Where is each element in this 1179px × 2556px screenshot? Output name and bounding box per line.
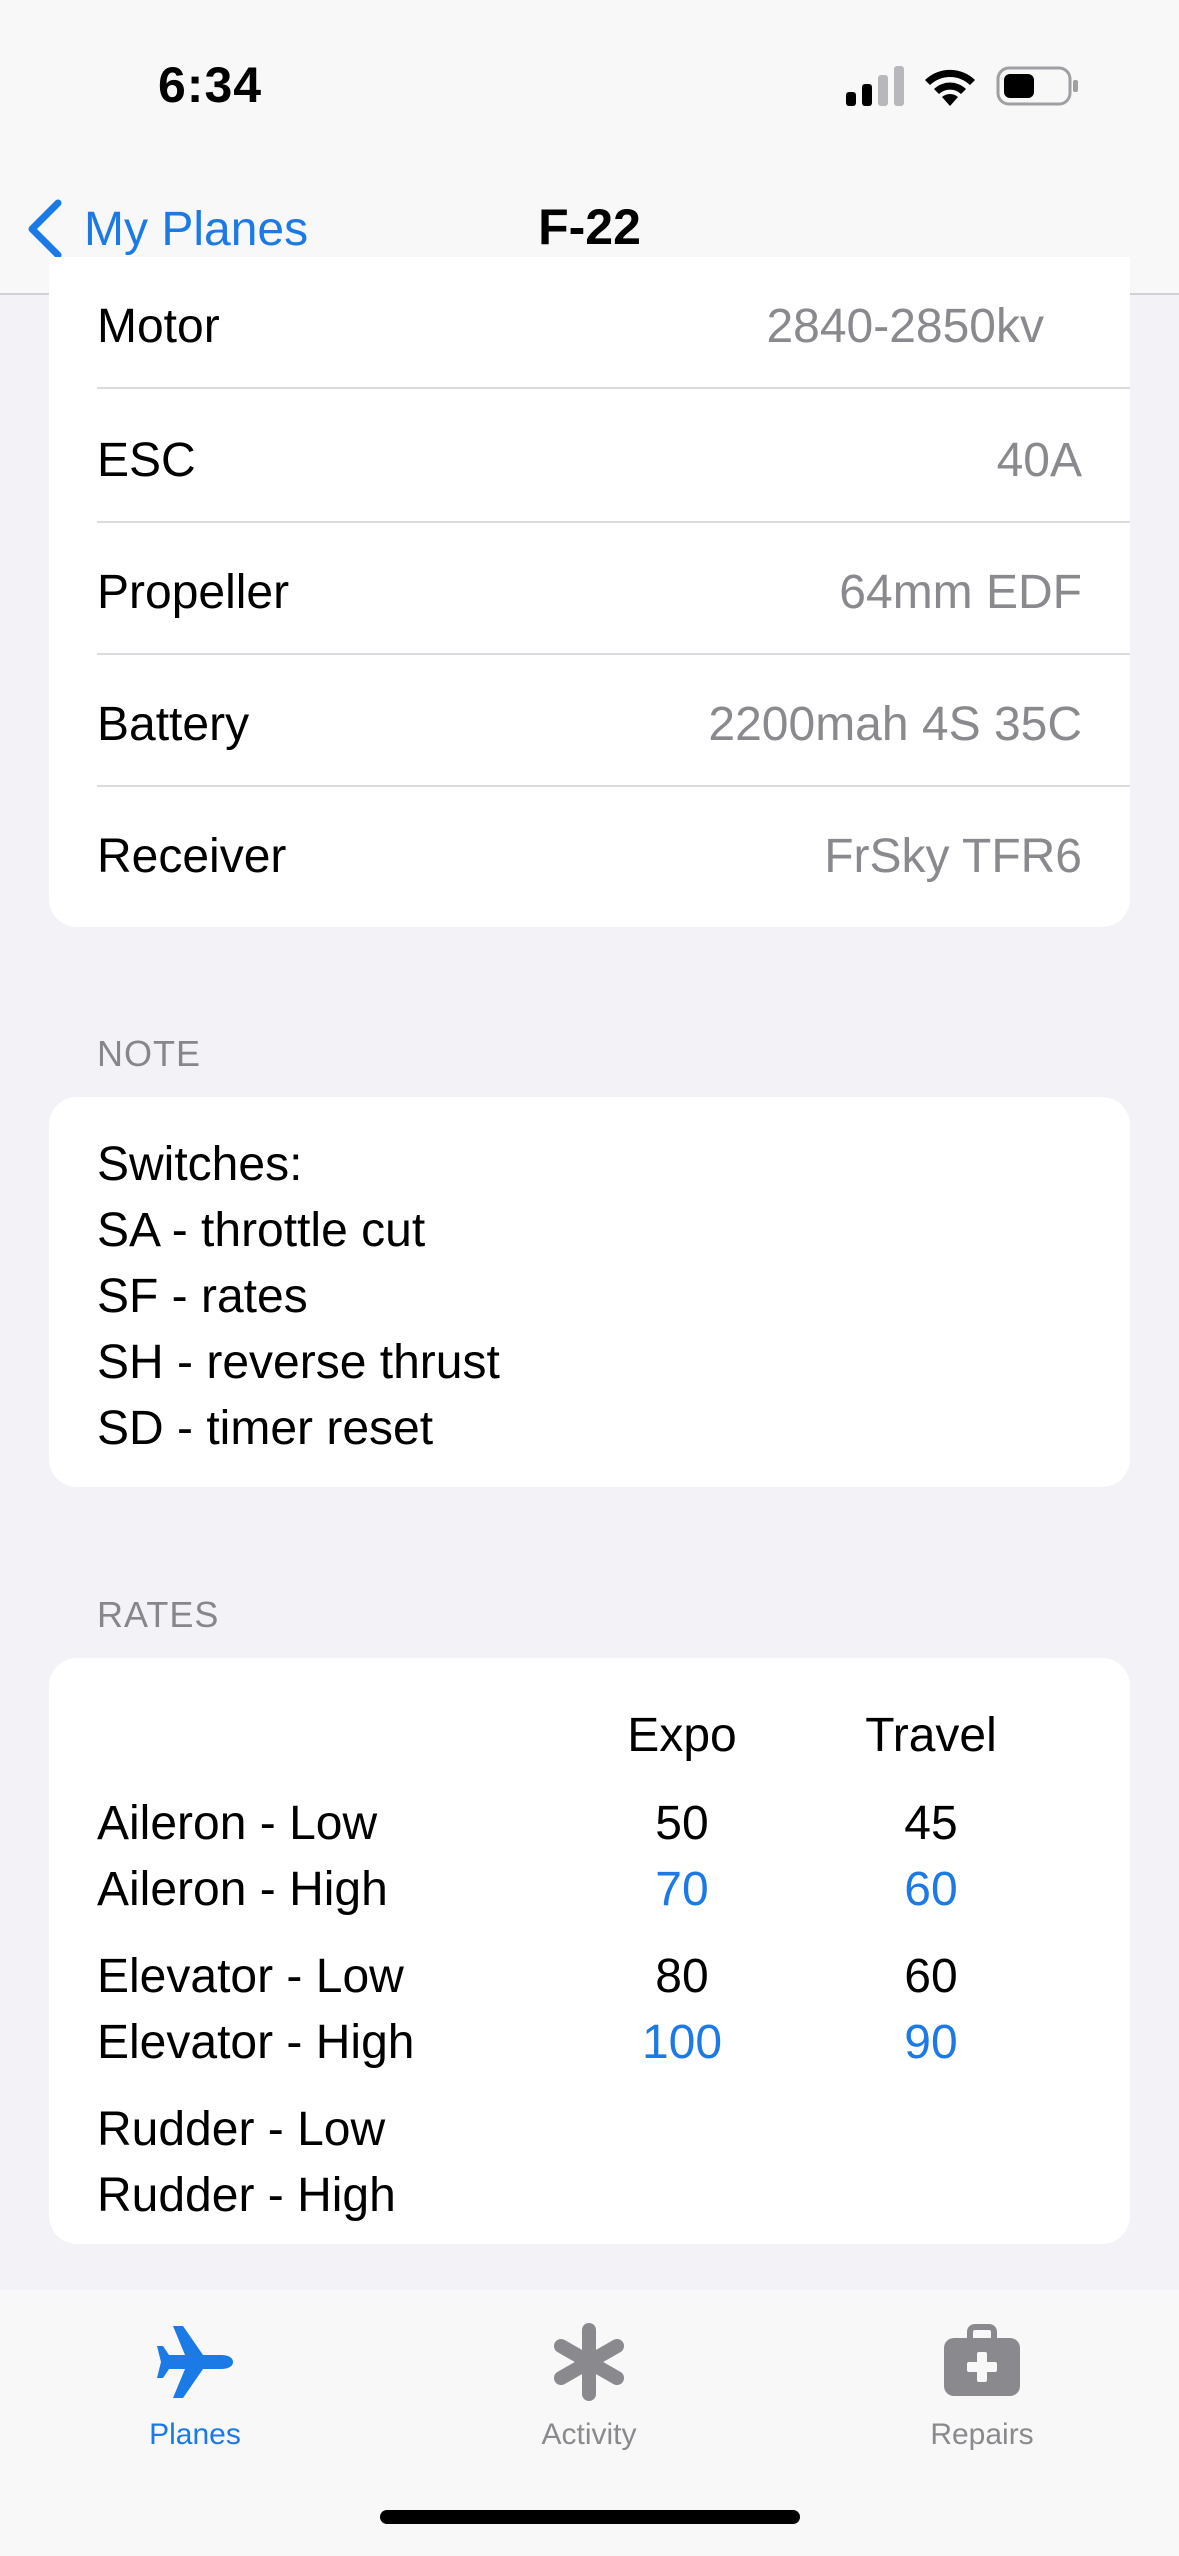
spec-value: 2200mah 4S 35C	[708, 698, 1082, 751]
rate-travel-value: 90	[904, 2016, 958, 2069]
spec-row-receiver[interactable]: Receiver FrSky TFR6	[97, 787, 1130, 919]
status-time: 6:34	[158, 57, 263, 113]
spec-value: FrSky TFR6	[824, 830, 1082, 883]
spec-value: 40A	[996, 434, 1082, 487]
status-bar: 6:34	[0, 0, 1179, 160]
home-indicator[interactable]	[380, 2510, 800, 2524]
detail-content[interactable]: Motor 2840-2850kv ESC 40A Propeller 64mm…	[0, 257, 1179, 2297]
rate-row-label: Aileron - High	[97, 1863, 388, 1916]
specs-card: Motor 2840-2850kv ESC 40A Propeller 64mm…	[49, 257, 1130, 927]
rate-travel-value: 60	[904, 1950, 958, 2003]
rate-travel-value: 45	[904, 1797, 958, 1850]
note-line: SD - timer reset	[97, 1402, 434, 1455]
tab-label: Activity	[541, 2418, 637, 2451]
spec-row-battery[interactable]: Battery 2200mah 4S 35C	[97, 655, 1130, 787]
spec-label: Receiver	[97, 830, 287, 883]
page-title: F-22	[538, 199, 641, 255]
first-aid-kit-icon	[944, 2324, 1020, 2396]
rate-row-label: Elevator - High	[97, 2016, 415, 2069]
airplane-icon	[157, 2326, 233, 2398]
rate-travel-value: 60	[904, 1863, 958, 1916]
spec-value: 2840-2850kv	[766, 300, 1044, 353]
note-line: Switches:	[97, 1138, 303, 1191]
rate-row-label: Rudder - Low	[97, 2103, 386, 2156]
screen: 6:34 My Planes F-22 Motor 2840-2850kv ES…	[0, 0, 1179, 2556]
rate-expo-value: 100	[641, 2016, 723, 2069]
rate-row-label: Elevator - Low	[97, 1950, 404, 2003]
rate-row-label: Rudder - High	[97, 2169, 396, 2222]
spec-label: Motor	[97, 300, 220, 353]
cellular-signal-icon	[846, 66, 904, 106]
spec-label: Propeller	[97, 566, 290, 619]
tab-activity[interactable]: Activity	[469, 2320, 709, 2470]
rates-card: Expo Travel Aileron - Low 50 45 Aileron …	[49, 1658, 1130, 2244]
spec-row-esc[interactable]: ESC 40A	[97, 391, 1130, 523]
tab-planes[interactable]: Planes	[75, 2320, 315, 2470]
spec-label: ESC	[97, 434, 196, 487]
wifi-icon	[925, 69, 975, 106]
tab-label: Repairs	[930, 2418, 1034, 2451]
spec-label: Battery	[97, 698, 250, 751]
rate-row-label: Aileron - Low	[97, 1797, 378, 1850]
note-card[interactable]: Switches: SA - throttle cut SF - rates S…	[49, 1097, 1130, 1487]
tab-label: Planes	[149, 2418, 241, 2451]
travel-column-header: Travel	[865, 1709, 997, 1762]
rate-expo-value: 70	[655, 1863, 709, 1916]
note-line: SF - rates	[97, 1270, 308, 1323]
battery-icon	[996, 66, 1078, 106]
rate-expo-value: 50	[655, 1797, 709, 1850]
spec-value: 64mm EDF	[839, 566, 1082, 619]
expo-column-header: Expo	[627, 1709, 737, 1762]
note-line: SH - reverse thrust	[97, 1336, 500, 1389]
spec-row-motor[interactable]: Motor 2840-2850kv	[97, 257, 1130, 389]
note-line: SA - throttle cut	[97, 1204, 426, 1257]
note-section-header: NOTE	[97, 1033, 202, 1074]
spec-row-propeller[interactable]: Propeller 64mm EDF	[97, 523, 1130, 655]
tab-repairs[interactable]: Repairs	[862, 2320, 1102, 2470]
rate-expo-value: 80	[655, 1950, 709, 2003]
asterisk-icon	[554, 2323, 624, 2401]
rates-section-header: RATES	[97, 1594, 220, 1635]
